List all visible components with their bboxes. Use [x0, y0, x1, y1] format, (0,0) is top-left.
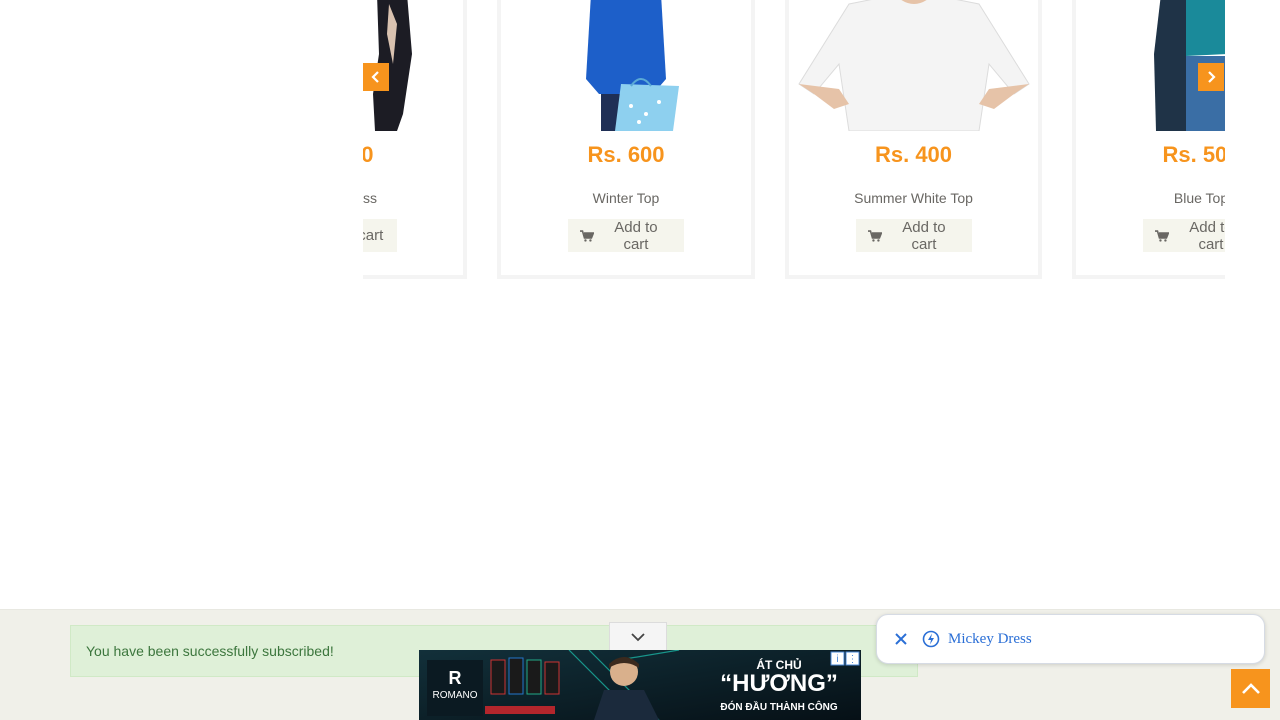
chevron-left-icon — [371, 71, 379, 83]
add-to-cart-label: Add to cart — [363, 227, 384, 244]
add-to-cart-button[interactable]: Add to cart — [1143, 218, 1225, 253]
recommended-items-carousel: Rs. 500 Mickey Dress Add to cart Rs. 600 — [363, 0, 1225, 290]
add-to-cart-label: Add to cart — [614, 218, 658, 253]
cart-icon — [868, 229, 882, 242]
add-to-cart-button[interactable]: Add to cart — [568, 218, 684, 253]
close-icon — [895, 633, 907, 645]
cart-icon — [580, 229, 594, 242]
chevron-down-icon — [631, 632, 645, 641]
chip-label[interactable]: Mickey Dress — [948, 631, 1032, 648]
product-image — [501, 0, 751, 131]
product-name: Blue Top — [1173, 190, 1225, 206]
ad-brand: ROMANO — [432, 690, 478, 701]
product-image — [789, 0, 1038, 131]
ad-headline-2: “HƯƠNG” — [720, 670, 838, 697]
product-name: Summer White Top — [854, 190, 973, 206]
svg-text:R: R — [449, 668, 462, 688]
product-card: Rs. 400 Summer White Top Add to cart — [785, 0, 1042, 279]
add-to-cart-label: Add to cart — [1189, 218, 1225, 253]
chip-close-button[interactable] — [890, 628, 912, 650]
recent-item-chip: Mickey Dress — [876, 614, 1265, 664]
product-name: Mickey Dress — [363, 190, 377, 206]
chevron-up-icon — [1241, 682, 1260, 694]
add-to-cart-label: Add to cart — [902, 218, 946, 253]
svg-text:⋮: ⋮ — [848, 654, 858, 665]
scroll-to-top-button[interactable] — [1231, 669, 1270, 708]
product-card: Rs. 500 Blue Top Add to cart — [1072, 0, 1225, 279]
carousel-next-button[interactable] — [1198, 63, 1224, 91]
product-card: Rs. 600 Winter Top Add to cart — [497, 0, 755, 279]
product-price: Rs. 500 — [1162, 142, 1225, 167]
bolt-icon — [922, 630, 940, 648]
page: Rs. 500 Mickey Dress Add to cart Rs. 600 — [0, 0, 1280, 720]
advertisement-banner[interactable]: R i ⋮ ROMANO ÁT CHỦ “HƯƠNG” ĐÓN ĐẦU THÀN… — [419, 650, 861, 720]
ad-headline-3: ĐÓN ĐẦU THÀNH CÔNG — [720, 702, 838, 713]
ad-collapse-button[interactable] — [609, 622, 667, 650]
add-to-cart-button[interactable]: Add to cart — [363, 219, 397, 252]
product-price: Rs. 400 — [874, 142, 953, 167]
product-price: Rs. 600 — [587, 142, 665, 167]
carousel-prev-button[interactable] — [363, 63, 389, 91]
footer-divider — [0, 609, 1280, 610]
cart-icon — [1155, 229, 1169, 242]
product-price: Rs. 500 — [363, 142, 374, 167]
chevron-right-icon — [1208, 71, 1216, 83]
product-name: Winter Top — [592, 190, 660, 206]
add-to-cart-button[interactable]: Add to cart — [856, 218, 972, 253]
product-card: Rs. 500 Mickey Dress Add to cart — [363, 0, 467, 279]
